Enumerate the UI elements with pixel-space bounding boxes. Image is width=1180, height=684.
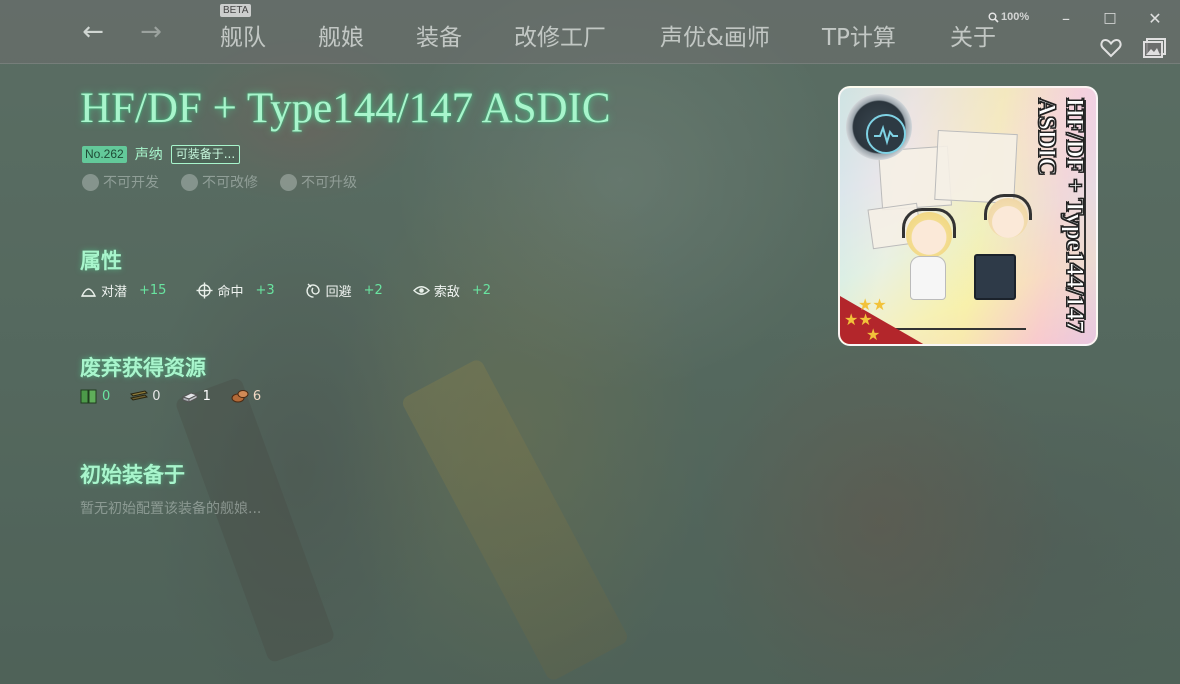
flag-label: 不可改修: [202, 175, 258, 191]
sonar-category-icon: [846, 94, 912, 160]
ammo-icon: [130, 388, 149, 404]
stat-label: 索敌: [433, 285, 460, 300]
accuracy-icon: [196, 282, 213, 299]
title-bar: ← → BETA 舰队 舰娘 装备 改修工厂 声优&画师 TP计算 关于 100…: [0, 0, 1180, 64]
flag-upgrade: 不可升级: [280, 172, 357, 192]
stats-list: 对潜 +15 命中 +3 回避 +2 索敌 +2: [80, 281, 491, 300]
scrap-section-title: 废弃获得资源: [80, 355, 206, 380]
rarity-stars-icon: ★★ ★★ ★: [844, 295, 887, 344]
flag-improve: 不可改修: [181, 172, 258, 192]
favorite-button[interactable]: [1098, 36, 1124, 60]
card-equipment-name: HF/DF + Type144/147 ASDIC: [1033, 98, 1089, 334]
resource-value: 0: [102, 388, 111, 404]
zoom-icon: [988, 12, 999, 23]
stat-value: +15: [139, 283, 167, 298]
stats-section-title: 属性: [80, 248, 122, 273]
stat-label: 回避: [325, 285, 352, 300]
nav-item-equipment[interactable]: 装备: [416, 18, 462, 51]
close-button[interactable]: ✕: [1143, 8, 1167, 28]
flag-label: 不可开发: [103, 175, 159, 191]
equipment-name: HF/DF + Type144/147 ASDIC: [80, 85, 611, 132]
nav-item-fleet[interactable]: 舰队: [220, 18, 266, 51]
maximize-button[interactable]: □: [1098, 8, 1122, 28]
bauxite-icon: [231, 388, 249, 404]
steel-icon: [181, 388, 199, 404]
equippable-ships-button[interactable]: 可装备于...: [170, 144, 241, 164]
equipment-type: 声纳: [134, 147, 163, 163]
image-icon: [1143, 38, 1166, 58]
nav-item-voice-artist[interactable]: 声优&画师: [660, 18, 770, 51]
flag-develop: 不可开发: [82, 172, 159, 192]
stat-value: +2: [471, 283, 492, 298]
heart-icon: [1100, 38, 1122, 58]
anti-sub-icon: [80, 282, 97, 299]
initial-section-title: 初始装备于: [80, 462, 185, 487]
minimize-button[interactable]: –: [1054, 8, 1078, 28]
equipment-flags: 不可开发 不可改修 不可升级: [82, 172, 357, 192]
gallery-button[interactable]: [1142, 36, 1168, 60]
disabled-dot-icon: [82, 173, 99, 191]
stat-anti-sub: 对潜 +15: [80, 281, 166, 300]
stat-value: +3: [255, 283, 275, 298]
los-icon: [412, 282, 430, 299]
flag-label: 不可升级: [301, 175, 357, 191]
zoom-level: 100%: [1001, 11, 1030, 23]
stat-value: +2: [363, 283, 383, 298]
stat-label: 命中: [217, 285, 244, 300]
resource-value: 0: [152, 388, 161, 404]
stat-evasion: 回避 +2: [305, 281, 383, 300]
resource-ammo: 0: [130, 388, 161, 404]
evasion-icon: [305, 282, 322, 299]
nav-item-ships[interactable]: 舰娘: [318, 18, 364, 51]
stat-accuracy: 命中 +3: [196, 281, 275, 300]
beta-badge: BETA: [220, 4, 252, 17]
disabled-dot-icon: [280, 173, 297, 191]
nav-item-improvement[interactable]: 改修工厂: [514, 18, 606, 51]
resource-fuel: 0: [80, 388, 110, 404]
equipment-card-image: ★★ ★★ ★ HF/DF + Type144/147 ASDIC: [838, 86, 1098, 346]
stat-los: 索敌 +2: [412, 281, 492, 300]
resource-steel: 1: [181, 388, 211, 404]
scrap-resources: 0 0 1 6: [80, 388, 261, 404]
forward-button[interactable]: →: [136, 17, 166, 47]
equipment-number-badge: No.262: [82, 145, 127, 163]
disabled-dot-icon: [181, 173, 198, 191]
initial-empty-text: 暂无初始配置该装备的舰娘...: [80, 501, 262, 517]
back-button[interactable]: ←: [78, 17, 108, 47]
resource-value: 6: [252, 388, 262, 404]
resource-bauxite: 6: [231, 388, 261, 404]
equipment-meta: No.262 声纳 可装备于...: [82, 144, 241, 164]
stat-label: 对潜: [101, 285, 128, 300]
zoom-indicator[interactable]: 100%: [988, 11, 1029, 23]
nav-item-tp-calc[interactable]: TP计算: [822, 18, 896, 51]
resource-value: 1: [202, 388, 211, 404]
fuel-icon: [80, 388, 98, 404]
